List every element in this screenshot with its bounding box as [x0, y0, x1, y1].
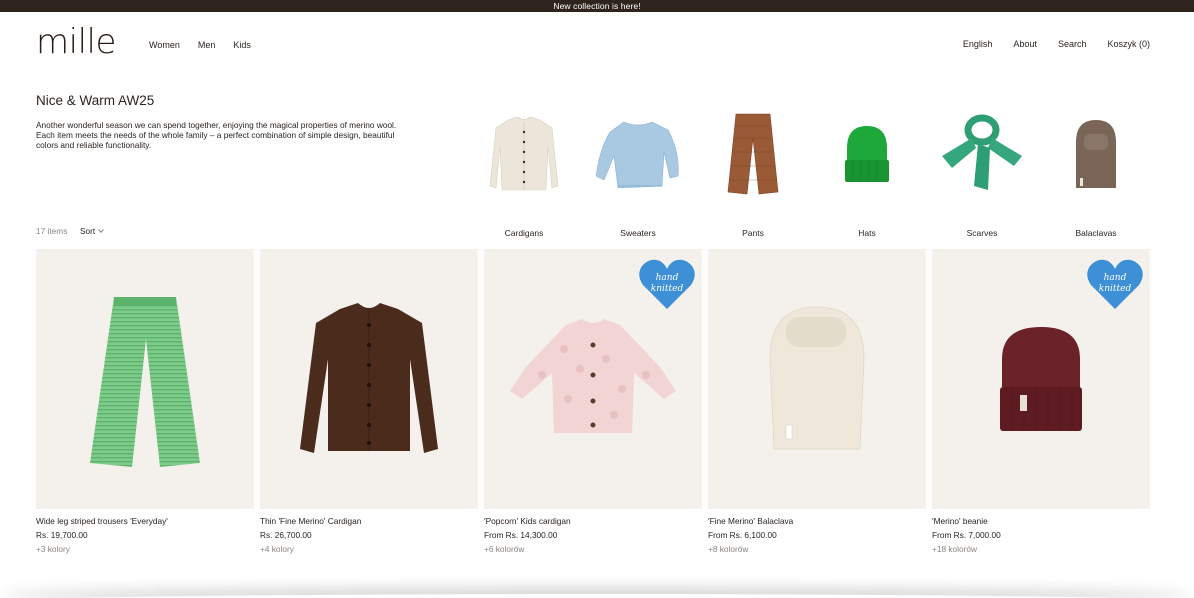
- main-nav: Women Men Kids: [149, 40, 251, 50]
- striped-trousers-image: [90, 297, 200, 467]
- balaclava-thumbnail: [1076, 120, 1116, 188]
- product-price: From Rs. 7,000.00: [932, 530, 1001, 540]
- hat-thumbnail: [845, 126, 889, 182]
- collection-description: Another wonderful season we can spend to…: [36, 120, 397, 150]
- product-name[interactable]: 'Merino' beanie: [932, 516, 1150, 526]
- svg-text:hand: hand: [1104, 273, 1127, 283]
- product-name[interactable]: 'Popcorn' Kids cardigan: [484, 516, 702, 526]
- pants-thumbnail: [727, 113, 779, 195]
- hand-knitted-badge-icon: hand knitted: [639, 259, 695, 309]
- product-name[interactable]: 'Fine Merino' Balaclava: [708, 516, 926, 526]
- product-name[interactable]: Wide leg striped trousers 'Everyday': [36, 516, 254, 526]
- nav-women[interactable]: Women: [149, 40, 180, 50]
- category-scarves[interactable]: Scarves: [932, 108, 1032, 238]
- nav-kids[interactable]: Kids: [233, 40, 251, 50]
- sort-label: Sort: [80, 226, 96, 236]
- product-image[interactable]: [708, 249, 926, 509]
- product-card[interactable]: Wide leg striped trousers 'Everyday' Rs.…: [36, 249, 254, 554]
- product-image[interactable]: hand knitted: [932, 249, 1150, 509]
- product-price: Rs. 26,700.00: [260, 530, 312, 540]
- product-card[interactable]: 'Fine Merino' Balaclava From Rs. 6,100.0…: [708, 249, 926, 554]
- bottom-shadow: [0, 594, 1194, 598]
- category-label: Scarves: [966, 228, 998, 238]
- category-balaclavas[interactable]: Balaclavas: [1046, 108, 1146, 238]
- announcement-text: New collection is here!: [553, 1, 641, 11]
- product-card[interactable]: hand knitted 'Popcorn' Kids cardigan Fro…: [484, 249, 702, 554]
- search-link[interactable]: Search: [1058, 39, 1087, 49]
- product-image[interactable]: [36, 249, 254, 509]
- category-label: Hats: [858, 228, 876, 238]
- category-hats[interactable]: Hats: [817, 108, 917, 238]
- balaclava-image: [769, 306, 865, 450]
- sort-dropdown[interactable]: Sort: [80, 226, 105, 236]
- product-price: From Rs. 14,300.00: [484, 530, 558, 540]
- scarf-thumbnail: [942, 114, 1022, 190]
- svg-text:knitted: knitted: [651, 284, 684, 294]
- announcement-bar: New collection is here!: [0, 0, 1194, 12]
- svg-text:knitted: knitted: [1099, 284, 1132, 294]
- category-cardigans[interactable]: Cardigans: [474, 108, 574, 238]
- hand-knitted-badge-icon: hand knitted: [1087, 259, 1143, 309]
- product-colors: +4 kolory: [260, 544, 294, 554]
- language-link[interactable]: English: [963, 39, 993, 49]
- category-pants[interactable]: Pants: [703, 108, 803, 238]
- cardigan-thumbnail: [489, 116, 559, 191]
- utility-nav: English About Search Koszyk (0): [963, 39, 1150, 49]
- site-header: mille Women Men Kids English About Searc…: [0, 12, 1194, 74]
- item-count: 17 items: [36, 226, 68, 236]
- chevron-down-icon: [98, 226, 105, 233]
- category-sweaters[interactable]: Sweaters: [588, 108, 688, 238]
- product-card[interactable]: Thin 'Fine Merino' Cardigan Rs. 26,700.0…: [260, 249, 478, 554]
- product-image[interactable]: hand knitted: [484, 249, 702, 509]
- about-link[interactable]: About: [1013, 39, 1037, 49]
- product-price: From Rs. 6,100.00: [708, 530, 777, 540]
- product-colors: +6 kolorów: [484, 544, 525, 554]
- nav-men[interactable]: Men: [198, 40, 216, 50]
- brown-cardigan-image: [300, 303, 438, 453]
- cart-link[interactable]: Koszyk (0): [1107, 39, 1150, 49]
- product-price: Rs. 19,700.00: [36, 530, 88, 540]
- svg-text:hand: hand: [656, 273, 679, 283]
- product-colors: +18 kolorów: [932, 544, 977, 554]
- product-image[interactable]: [260, 249, 478, 509]
- product-colors: +3 kolory: [36, 544, 70, 554]
- sweater-thumbnail: [595, 121, 679, 189]
- category-label: Cardigans: [504, 228, 544, 238]
- collection-title: Nice & Warm AW25: [36, 93, 155, 108]
- product-colors: +8 kolorów: [708, 544, 749, 554]
- product-name[interactable]: Thin 'Fine Merino' Cardigan: [260, 516, 478, 526]
- logo[interactable]: mille: [36, 24, 116, 60]
- category-label: Pants: [742, 228, 764, 238]
- category-label: Sweaters: [620, 228, 656, 238]
- category-label: Balaclavas: [1075, 228, 1117, 238]
- product-card[interactable]: hand knitted 'Merino' beanie From Rs. 7,…: [932, 249, 1150, 554]
